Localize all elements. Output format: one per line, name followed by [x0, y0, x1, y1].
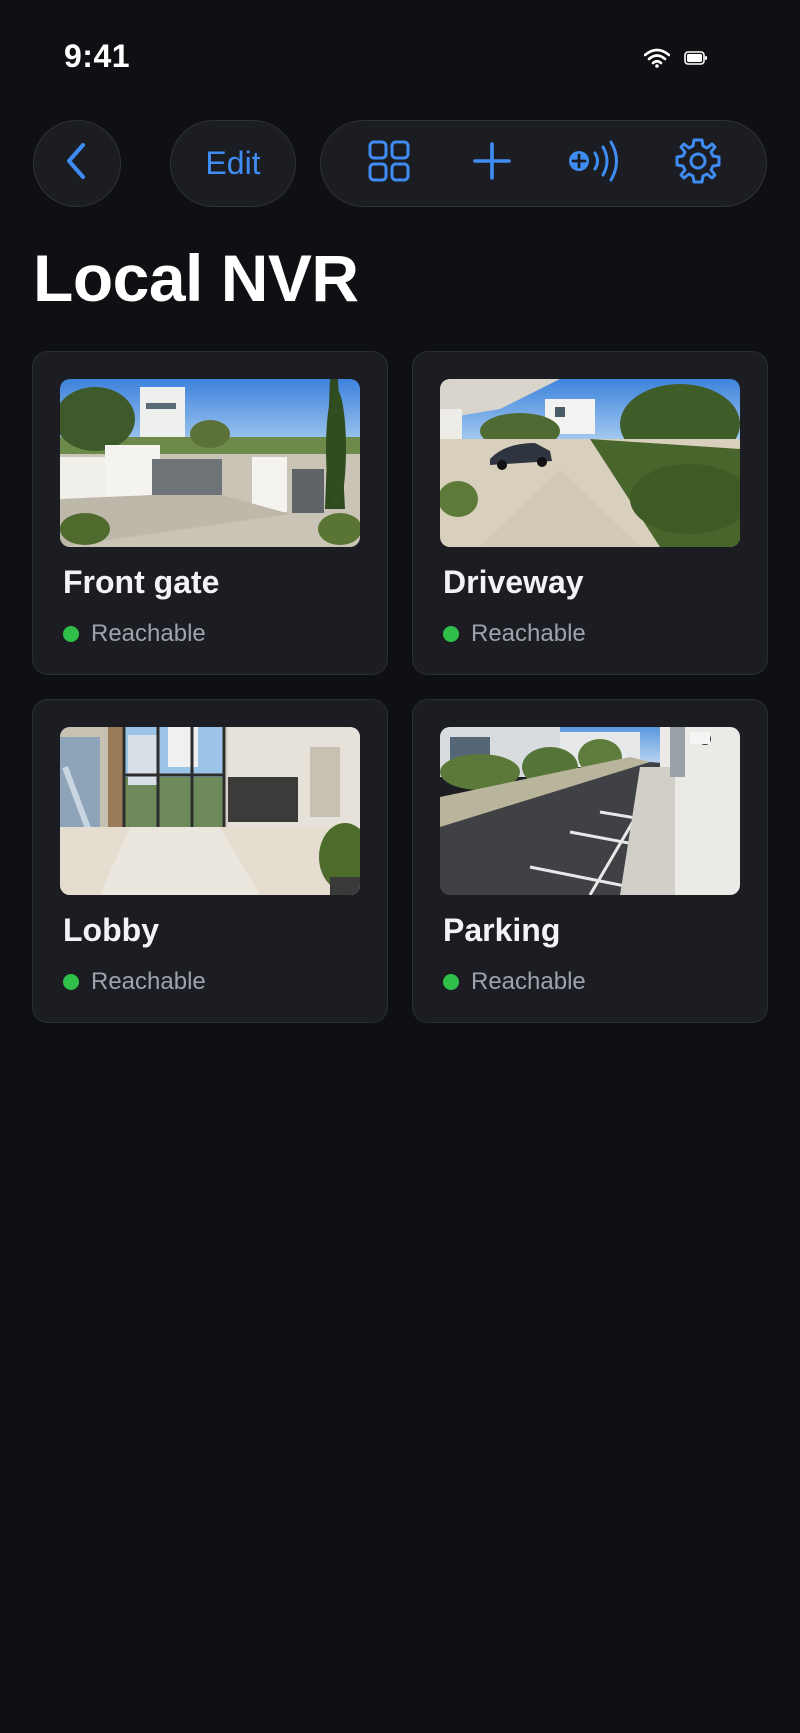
camera-status: Reachable [63, 968, 206, 996]
add-broadcast-icon [567, 139, 623, 188]
back-button[interactable] [33, 120, 121, 207]
status-label: Reachable [471, 620, 586, 647]
add-camera-button[interactable] [460, 132, 524, 196]
action-group [320, 120, 767, 207]
status-time: 9:41 [64, 38, 131, 74]
grid-view-icon [368, 140, 410, 187]
battery-icon [684, 51, 708, 70]
add-broadcast-button[interactable] [563, 132, 627, 196]
camera-name: Driveway [443, 564, 584, 600]
camera-name: Lobby [63, 912, 159, 948]
status-dot [443, 626, 459, 642]
page-title: Local NVR [33, 241, 359, 315]
status-label: Reachable [91, 968, 206, 995]
lobby-image [60, 727, 360, 895]
chevron-left-icon [62, 141, 92, 186]
camera-card-front-gate[interactable]: Front gate Reachable [32, 351, 388, 675]
status-dot [443, 974, 459, 990]
gear-icon [674, 137, 722, 190]
camera-name: Parking [443, 912, 561, 948]
status-dot [63, 626, 79, 642]
camera-grid: Front gate Reachable Driveway Reachable … [32, 351, 768, 1023]
camera-card-driveway[interactable]: Driveway Reachable [412, 351, 768, 675]
status-dot [63, 974, 79, 990]
driveway-image [440, 379, 740, 547]
front-gate-image [60, 379, 360, 547]
camera-card-parking[interactable]: Parking Reachable [412, 699, 768, 1023]
camera-card-lobby[interactable]: Lobby Reachable [32, 699, 388, 1023]
wifi-icon [643, 48, 671, 73]
settings-button[interactable] [666, 132, 730, 196]
app-screen: 9:41 Edit Local NVR Front gate Reachable… [0, 0, 800, 1733]
status-icons [643, 48, 708, 73]
camera-status: Reachable [443, 968, 586, 996]
status-label: Reachable [91, 620, 206, 647]
parking-image [440, 727, 740, 895]
camera-status: Reachable [63, 620, 206, 648]
edit-button[interactable]: Edit [170, 120, 296, 207]
toolbar: Edit [0, 120, 800, 210]
camera-status: Reachable [443, 620, 586, 648]
grid-view-button[interactable] [357, 132, 421, 196]
plus-icon [472, 141, 512, 186]
camera-name: Front gate [63, 564, 220, 600]
status-label: Reachable [471, 968, 586, 995]
